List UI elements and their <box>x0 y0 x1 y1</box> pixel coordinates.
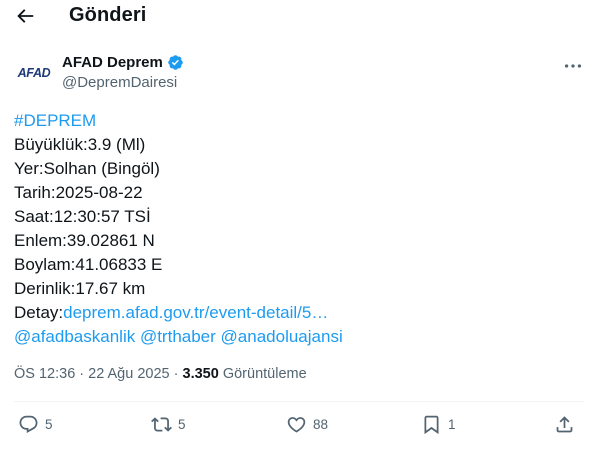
tweet-meta: ÖS 12:36 · 22 Ağu 2025 · 3.350 Görüntüle… <box>14 366 307 382</box>
tweet-line: Boylam:41.06833 E <box>14 255 163 274</box>
tweet-line: Tarih:2025-08-22 <box>14 183 143 202</box>
afad-logo: AFAD <box>18 66 51 80</box>
hashtag-link[interactable]: #DEPREM <box>14 109 584 133</box>
bookmark-button[interactable]: 1 <box>421 414 456 435</box>
like-count: 88 <box>313 417 329 432</box>
tweet-line: Derinlik:17.67 km <box>14 279 146 298</box>
tweet-line: Büyüklük:3.9 (Ml) <box>14 135 146 154</box>
bookmark-count: 1 <box>448 417 456 432</box>
page-header: Gönderi <box>0 0 598 34</box>
share-button[interactable] <box>554 414 575 435</box>
heart-icon <box>287 417 306 433</box>
mention-link[interactable]: @anadoluajansi <box>221 327 343 346</box>
reply-count: 5 <box>45 417 53 432</box>
views-label[interactable]: Görüntüleme <box>223 366 307 382</box>
meta-separator: · <box>173 366 183 382</box>
tweet-time[interactable]: ÖS 12:36 <box>14 366 75 382</box>
tweet-date[interactable]: 22 Ağu 2025 <box>88 366 169 382</box>
arrow-left-icon[interactable] <box>14 5 36 27</box>
tweet-line: Yer:Solhan (Bingöl) <box>14 159 160 178</box>
avatar[interactable]: AFAD <box>14 53 54 93</box>
more-horizontal-icon[interactable] <box>562 55 584 77</box>
page-title: Gönderi <box>69 4 147 26</box>
retweet-icon <box>151 417 172 432</box>
divider <box>14 401 584 402</box>
reply-icon <box>19 415 38 433</box>
views-count: 3.350 <box>182 366 219 382</box>
tweet-author: AFAD AFAD Deprem @DepremDairesi <box>14 53 584 95</box>
tweet-text: #DEPREM Büyüklük:3.9 (Ml) Yer:Solhan (Bi… <box>14 109 584 349</box>
bookmark-icon <box>424 415 439 435</box>
tweet-actions: 5 5 88 1 <box>14 414 584 440</box>
mentions-line: @afadbaskanlik @trthaber @anadoluajansi <box>14 325 584 349</box>
author-handle[interactable]: @DepremDairesi <box>62 74 184 91</box>
share-icon <box>556 416 573 433</box>
reply-button[interactable]: 5 <box>18 414 53 435</box>
retweet-button[interactable]: 5 <box>151 414 186 435</box>
verified-badge-icon <box>168 55 183 70</box>
author-names: AFAD Deprem @DepremDairesi <box>62 54 184 91</box>
detail-link[interactable]: deprem.afad.gov.tr/event-detail/5… <box>63 303 328 322</box>
tweet-line: Saat:12:30:57 TSİ <box>14 207 151 226</box>
display-name-text: AFAD Deprem <box>62 54 163 71</box>
mention-link[interactable]: @trthaber <box>140 327 216 346</box>
retweet-count: 5 <box>178 417 186 432</box>
avatar-text: AFAD <box>17 66 51 80</box>
mention-link[interactable]: @afadbaskanlik <box>14 327 135 346</box>
meta-separator: · <box>79 366 89 382</box>
like-button[interactable]: 88 <box>286 414 328 435</box>
detail-prefix: Detay: <box>14 303 64 322</box>
tweet-line: Enlem:39.02861 N <box>14 231 155 250</box>
detail-line: Detay:deprem.afad.gov.tr/event-detail/5… <box>14 301 584 325</box>
author-display-name[interactable]: AFAD Deprem <box>62 54 184 71</box>
